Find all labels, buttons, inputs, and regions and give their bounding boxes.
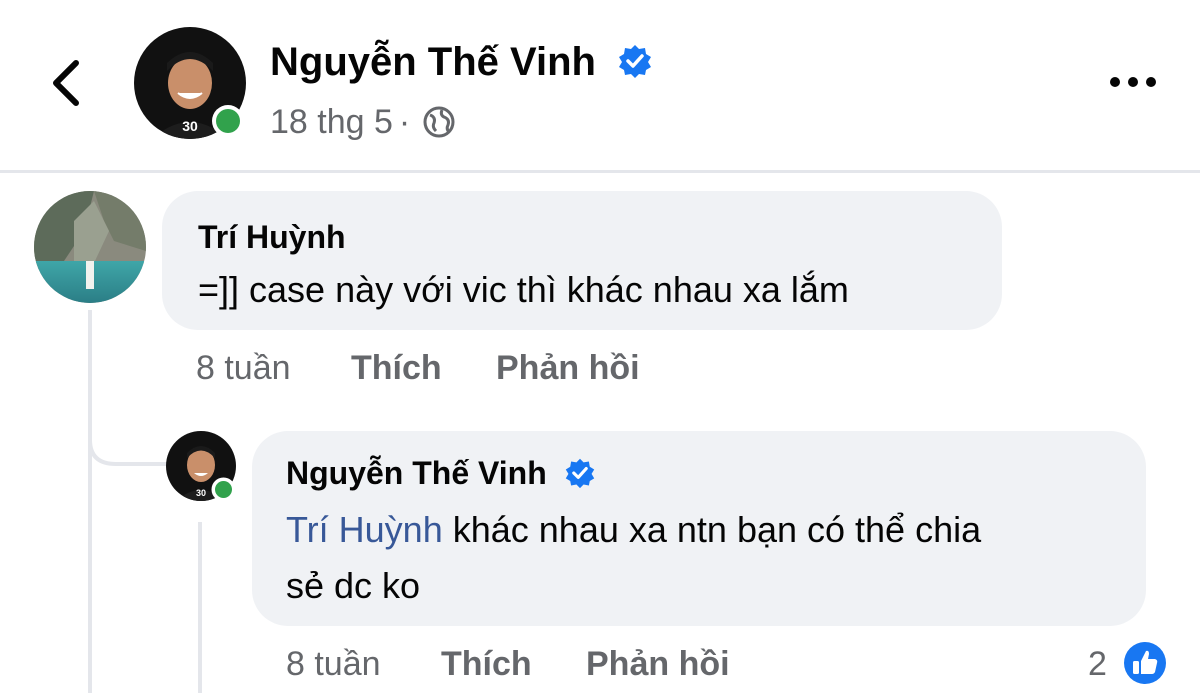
post-header: 30 Nguyễn Thế Vinh 18 thg 5 · bbox=[0, 0, 1200, 170]
meta-separator: · bbox=[398, 103, 411, 141]
globe-icon bbox=[423, 106, 455, 138]
post-meta: 18 thg 5 · bbox=[270, 100, 456, 144]
reply-text-line1: khác nhau xa ntn bạn có thể chia bbox=[452, 509, 982, 550]
reply-text: Trí Huỳnh khác nhau xa ntn bạn có thể ch… bbox=[286, 502, 1126, 614]
reply-author-name[interactable]: Nguyễn Thế Vinh bbox=[286, 455, 547, 491]
thread-connector bbox=[88, 400, 170, 466]
thread-line-reply bbox=[198, 522, 202, 693]
chevron-left-icon[interactable] bbox=[40, 55, 96, 111]
online-status-indicator bbox=[212, 105, 244, 137]
verified-badge-icon bbox=[565, 458, 594, 489]
svg-text:30: 30 bbox=[196, 488, 206, 498]
reply-time[interactable]: 8 tuần bbox=[286, 642, 381, 686]
reply-bubble[interactable]: Nguyễn Thế Vinh Trí Huỳnh khác nhau xa n… bbox=[252, 431, 1146, 626]
thread-line bbox=[88, 310, 92, 693]
thumbs-up-icon[interactable] bbox=[1120, 638, 1170, 688]
reply-button[interactable]: Phản hồi bbox=[586, 642, 730, 686]
like-button[interactable]: Thích bbox=[441, 642, 532, 686]
svg-text:30: 30 bbox=[182, 118, 198, 134]
reply-author[interactable]: Nguyễn Thế Vinh bbox=[286, 453, 596, 493]
author-name-text[interactable]: Nguyễn Thế Vinh bbox=[270, 40, 596, 84]
comment-time[interactable]: 8 tuần bbox=[196, 346, 291, 390]
mention-link[interactable]: Trí Huỳnh bbox=[286, 509, 443, 550]
comment-text: =]] case này với vic thì khác nhau xa lắ… bbox=[198, 269, 849, 310]
reaction-count[interactable]: 2 bbox=[1088, 642, 1107, 686]
author-name[interactable]: Nguyễn Thế Vinh bbox=[270, 38, 653, 86]
comment-bubble[interactable]: Trí Huỳnh =]] case này với vic thì khác … bbox=[162, 191, 1002, 330]
post-date[interactable]: 18 thg 5 bbox=[270, 103, 393, 141]
commenter-avatar[interactable] bbox=[34, 191, 146, 303]
online-status-indicator bbox=[211, 477, 236, 502]
reply-text-line2: sẻ dc ko bbox=[286, 565, 421, 606]
comment-author[interactable]: Trí Huỳnh bbox=[198, 217, 346, 257]
reply-button[interactable]: Phản hồi bbox=[496, 346, 640, 390]
like-button[interactable]: Thích bbox=[351, 346, 442, 390]
header-divider bbox=[0, 170, 1200, 173]
verified-badge-icon bbox=[619, 45, 652, 78]
more-horizontal-icon[interactable] bbox=[1108, 70, 1158, 94]
